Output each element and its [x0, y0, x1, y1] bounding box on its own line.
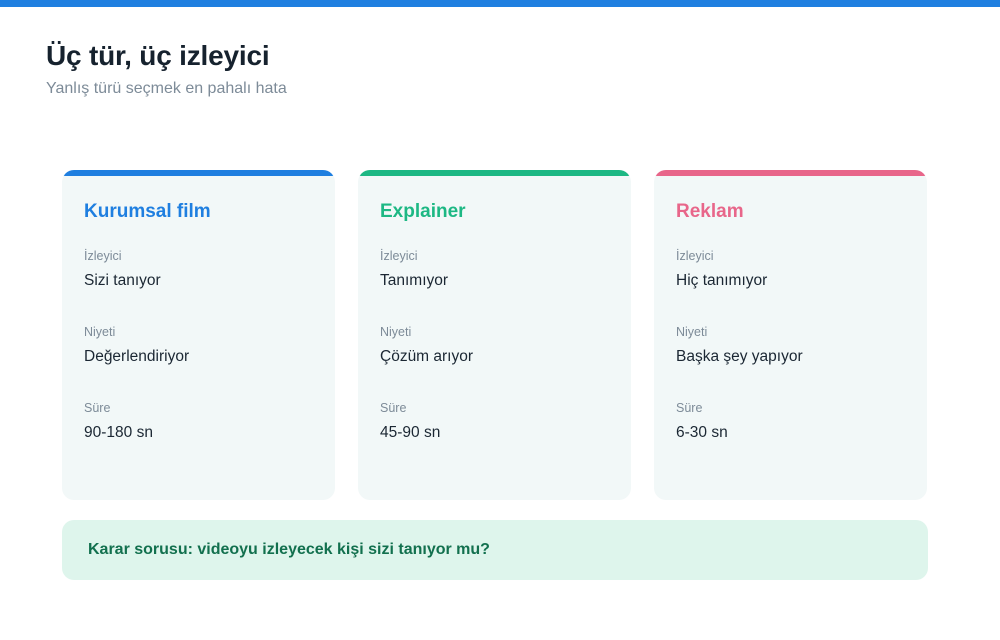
- card-accent-bar: [654, 170, 927, 176]
- field-label-intent: Niyeti: [84, 325, 116, 339]
- field-label-intent: Niyeti: [676, 325, 708, 339]
- field-value-audience: Sizi tanıyor: [84, 272, 161, 289]
- card-title: Reklam: [676, 201, 744, 222]
- field-value-intent: Çözüm arıyor: [380, 348, 474, 365]
- page-subtitle: Yanlış türü seçmek en pahalı hata: [46, 80, 287, 97]
- card-accent-bar: [358, 170, 631, 176]
- card-title: Kurumsal film: [84, 201, 211, 222]
- top-accent-bar: [0, 0, 1000, 7]
- field-label-duration: Süre: [676, 401, 703, 415]
- decision-question-callout: Karar sorusu: videoyu izleyecek kişi siz…: [62, 520, 928, 580]
- card-title: Explainer: [380, 201, 466, 222]
- page-title: Üç tür, üç izleyici: [46, 40, 270, 71]
- field-label-intent: Niyeti: [380, 325, 412, 339]
- field-value-audience: Tanımıyor: [380, 272, 449, 289]
- card-reklam: Reklam İzleyici Hiç tanımıyor Niyeti Baş…: [654, 170, 927, 500]
- field-value-duration: 90-180 sn: [84, 424, 153, 441]
- field-value-audience: Hiç tanımıyor: [676, 272, 768, 289]
- field-label-duration: Süre: [84, 401, 111, 415]
- card-kurumsal-film: Kurumsal film İzleyici Sizi tanıyor Niye…: [62, 170, 335, 500]
- card-explainer: Explainer İzleyici Tanımıyor Niyeti Çözü…: [358, 170, 631, 500]
- field-label-audience: İzleyici: [84, 249, 122, 263]
- field-label-audience: İzleyici: [676, 249, 714, 263]
- field-value-duration: 6-30 sn: [676, 424, 728, 441]
- field-label-duration: Süre: [380, 401, 407, 415]
- field-label-audience: İzleyici: [380, 249, 418, 263]
- field-value-intent: Başka şey yapıyor: [676, 348, 803, 365]
- field-value-intent: Değerlendiriyor: [84, 348, 190, 365]
- field-value-duration: 45-90 sn: [380, 424, 441, 441]
- callout-text: Karar sorusu: videoyu izleyecek kişi siz…: [88, 541, 490, 558]
- card-accent-bar: [62, 170, 335, 176]
